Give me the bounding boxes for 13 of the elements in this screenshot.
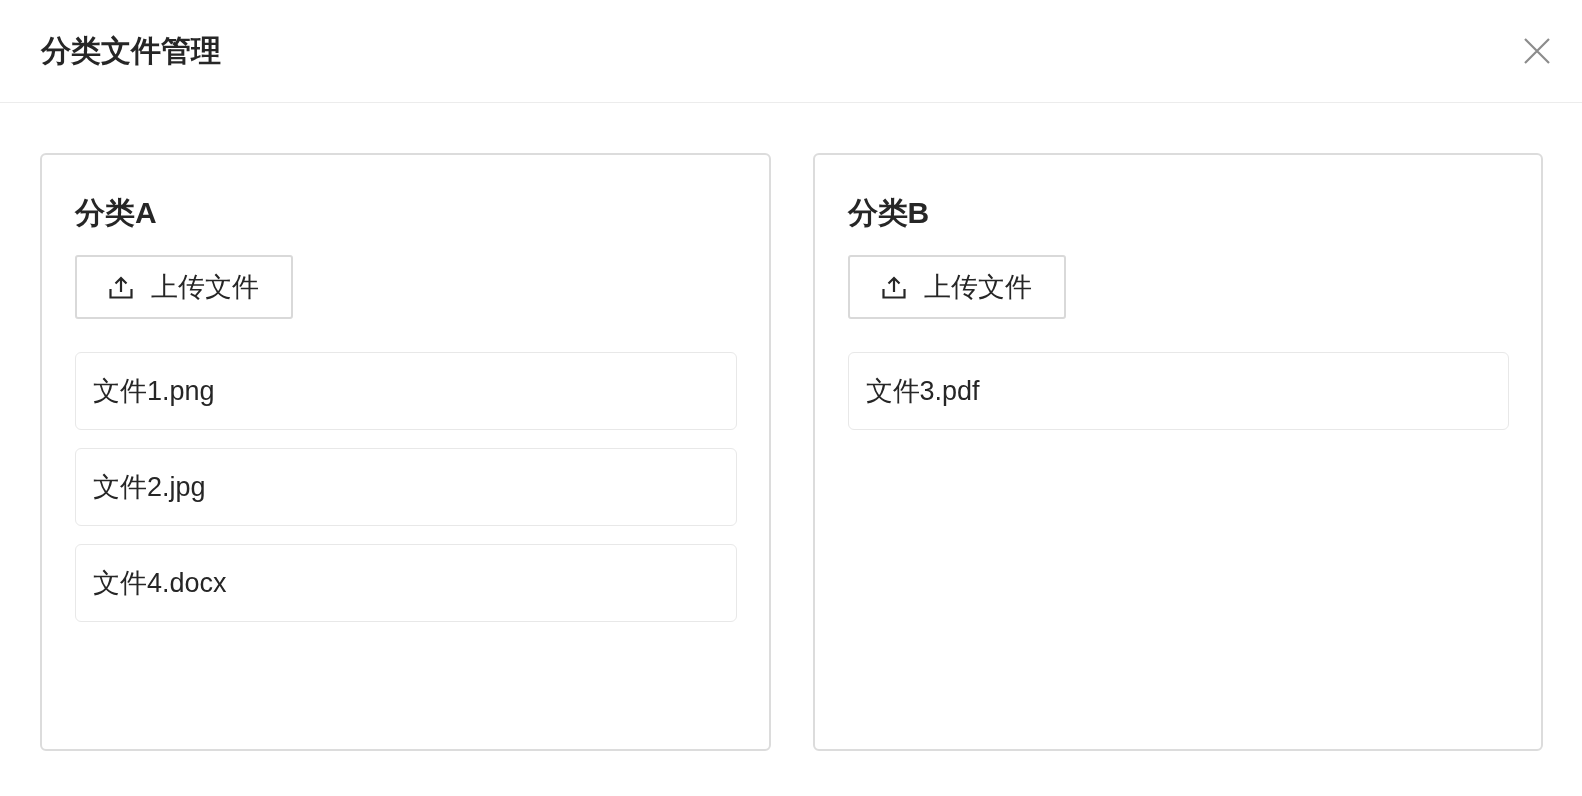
upload-button[interactable]: 上传文件 — [847, 255, 1066, 319]
close-button[interactable] — [1524, 38, 1550, 64]
file-item: 文件2.jpg — [75, 448, 737, 526]
dialog-title: 分类文件管理 — [41, 33, 221, 69]
category-title: 分类B — [847, 195, 930, 231]
upload-icon — [109, 275, 133, 299]
file-item: 文件1.png — [75, 352, 737, 430]
file-item: 文件4.docx — [75, 544, 737, 622]
category-title: 分类A — [75, 195, 157, 231]
file-item: 文件3.pdf — [847, 352, 1509, 430]
upload-icon — [881, 275, 906, 299]
upload-button[interactable]: 上传文件 — [75, 255, 293, 319]
close-icon — [1524, 38, 1550, 64]
